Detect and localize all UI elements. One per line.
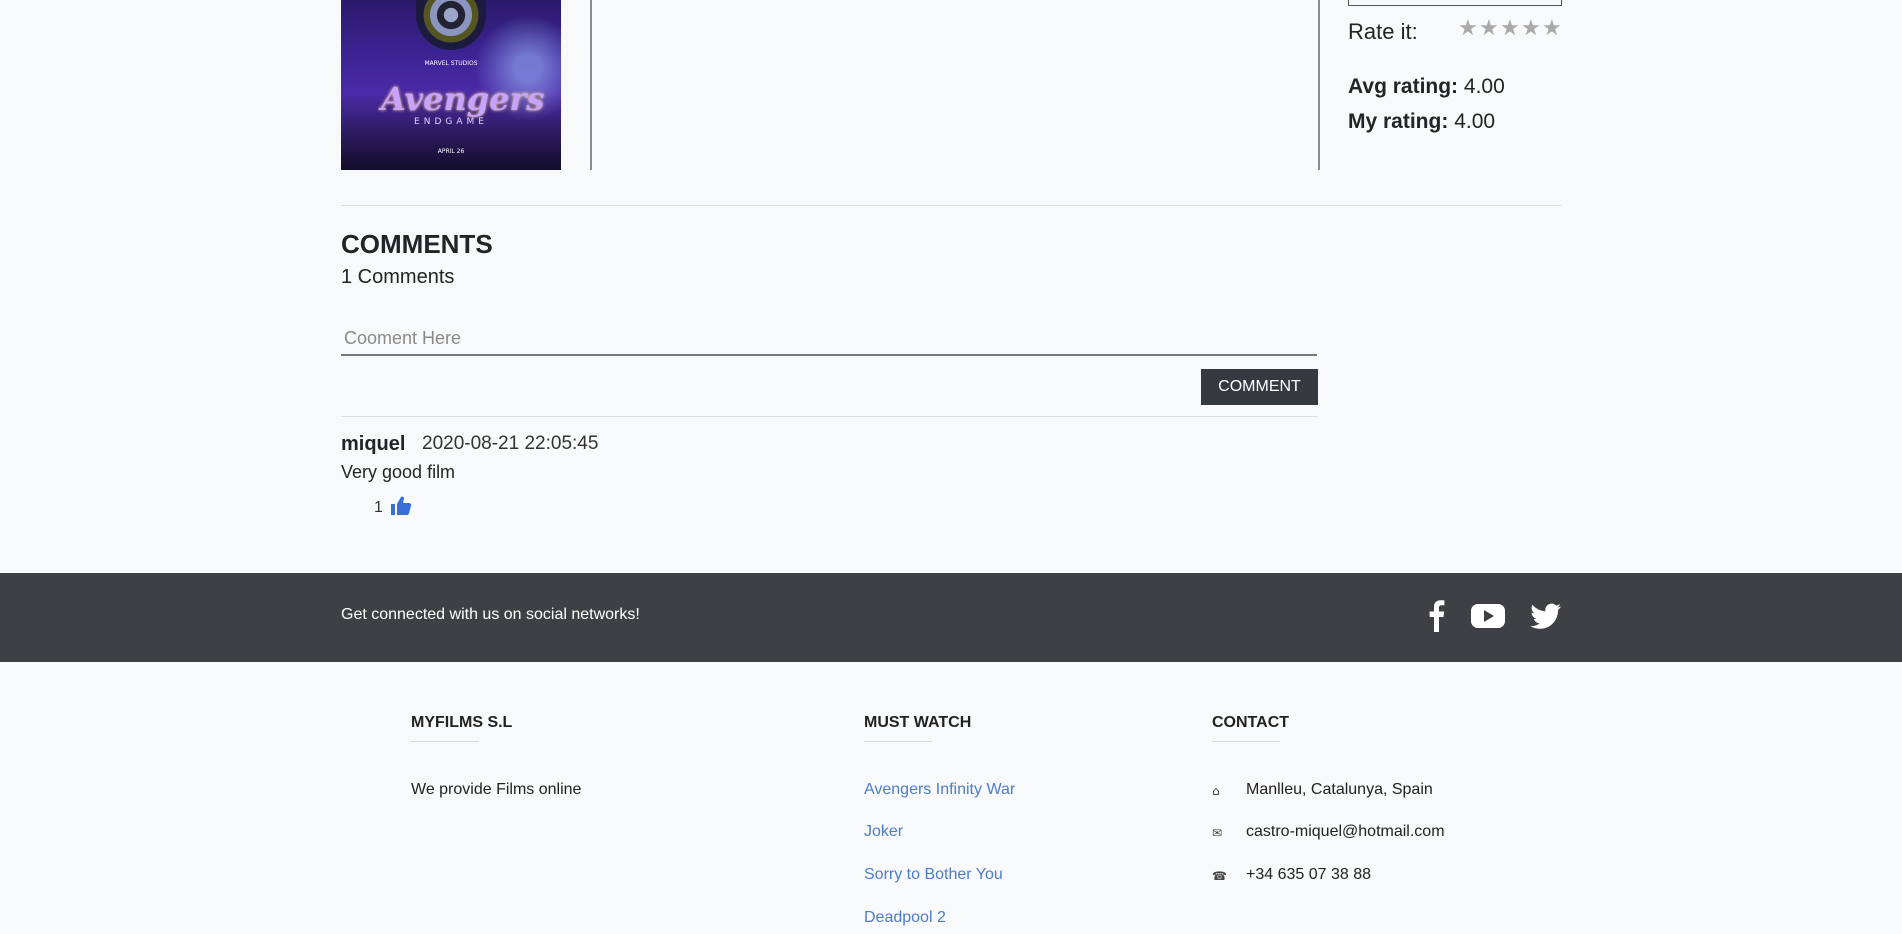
star-icon[interactable]: ★ [1521, 18, 1541, 40]
footer-company-text: We provide Films online [411, 781, 582, 798]
twitter-icon[interactable] [1530, 598, 1562, 632]
section-divider [341, 205, 1561, 206]
phone-icon: ☎ [1212, 869, 1227, 883]
comment-text: Very good film [341, 462, 456, 482]
must-watch-link[interactable]: Deadpool 2 [864, 909, 946, 927]
avg-rating: Avg rating: 4.00 [1348, 75, 1505, 99]
poster-subtitle: ENDGAME [414, 117, 488, 127]
avg-rating-label: Avg rating: [1348, 75, 1459, 98]
social-bar [0, 573, 1902, 662]
social-text: Get connected with us on social networks… [341, 606, 640, 623]
divider-right [1318, 0, 1320, 170]
comment-divider [341, 416, 1317, 417]
rating-box-edge [1348, 0, 1562, 6]
poster-title: Avengers [381, 80, 545, 118]
must-watch-link[interactable]: Joker [864, 823, 903, 841]
contact-address: Manlleu, Catalunya, Spain [1246, 781, 1433, 798]
comment-input[interactable] [341, 322, 1317, 356]
comment-date: 2020-08-21 22:05:45 [422, 433, 599, 454]
youtube-icon[interactable] [1470, 598, 1506, 632]
comment-user: miquel [341, 433, 406, 455]
star-icon[interactable]: ★ [1458, 18, 1478, 40]
poster-date: APRIL 26 [437, 148, 465, 155]
envelope-icon: ✉ [1212, 826, 1223, 840]
contact-email: castro-miquel@hotmail.com [1246, 823, 1445, 840]
comments-count: 1 Comments [341, 266, 455, 288]
comments-title: COMMENTS [341, 229, 493, 259]
must-watch-link[interactable]: Avengers Infinity War [864, 781, 1015, 799]
footer-underline [411, 741, 479, 742]
contact-phone: +34 635 07 38 88 [1246, 866, 1372, 883]
my-rating-label: My rating: [1348, 110, 1449, 133]
footer-must-watch-title: MUST WATCH [864, 714, 972, 731]
comment-like-count: 1 [374, 499, 383, 516]
must-watch-link[interactable]: Sorry to Bother You [864, 866, 1003, 884]
footer-company-title: MYFILMS S.L [411, 714, 513, 731]
footer-underline [1212, 741, 1280, 742]
avg-rating-value: 4.00 [1463, 75, 1505, 98]
home-icon: ⌂ [1212, 784, 1220, 798]
footer-underline [864, 741, 932, 742]
star-icon[interactable]: ★ [1479, 18, 1499, 40]
star-icon[interactable]: ★ [1542, 18, 1562, 40]
divider-left [590, 0, 592, 170]
rating-stars[interactable]: ★ ★ ★ ★ ★ [1458, 18, 1562, 40]
star-icon[interactable]: ★ [1500, 18, 1520, 40]
movie-poster: MARVEL STUDIOS Avengers ENDGAME APRIL 26 [341, 0, 561, 170]
facebook-icon[interactable] [1427, 598, 1445, 632]
rate-label: Rate it: [1348, 19, 1418, 44]
poster-studio: MARVEL STUDIOS [424, 60, 478, 67]
footer-contact-title: CONTACT [1212, 714, 1290, 731]
comment-button[interactable]: COMMENT [1201, 369, 1318, 405]
my-rating: My rating: 4.00 [1348, 110, 1495, 134]
thumbs-up-icon[interactable] [389, 494, 413, 518]
my-rating-value: 4.00 [1454, 110, 1496, 133]
